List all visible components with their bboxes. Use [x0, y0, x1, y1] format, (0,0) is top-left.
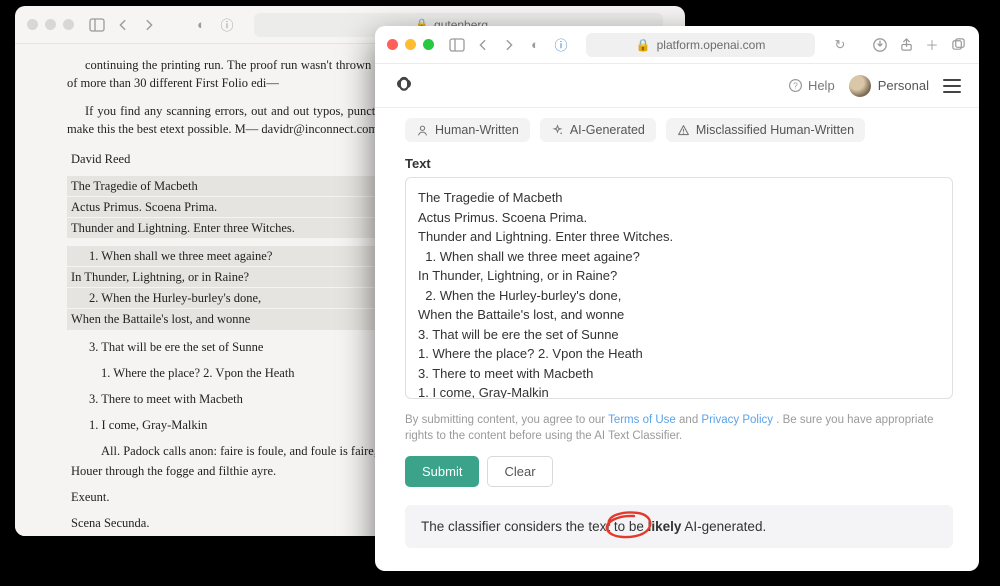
result-post: AI-generated. [681, 519, 766, 534]
chip-label: Misclassified Human-Written [696, 123, 854, 137]
info-icon[interactable]: ⓘ [218, 16, 236, 34]
warn-icon [677, 124, 690, 137]
privacy-link[interactable]: Privacy Policy [701, 414, 773, 426]
avatar [849, 75, 871, 97]
svg-text:?: ? [793, 80, 798, 90]
reader-icon[interactable]: ◐ [192, 16, 210, 34]
text-field-label: Text [405, 156, 953, 171]
disclaimer-pre: By submitting content, you agree to our [405, 414, 608, 426]
menu-icon[interactable] [943, 79, 961, 93]
share-icon[interactable] [897, 36, 915, 54]
sidebar-icon[interactable] [448, 36, 466, 54]
reload-icon[interactable]: ↻ [831, 36, 849, 54]
user-icon [416, 124, 429, 137]
openai-logo-icon[interactable] [393, 75, 415, 97]
front-url-bar[interactable]: 🔒 platform.openai.com [586, 33, 815, 57]
button-row: Submit Clear [405, 456, 953, 487]
account-label: Personal [878, 78, 929, 93]
front-traffic-lights[interactable] [387, 39, 434, 50]
foreground-browser-window: ◐ ⓘ 🔒 platform.openai.com ↻ ＋ ? Help [375, 26, 979, 571]
traffic-dot-inactive [27, 19, 38, 30]
help-label: Help [808, 78, 835, 93]
front-titlebar: ◐ ⓘ 🔒 platform.openai.com ↻ ＋ [375, 26, 979, 64]
traffic-dot-inactive [63, 19, 74, 30]
text-input[interactable] [405, 177, 953, 399]
zoom-dot[interactable] [423, 39, 434, 50]
forward-nav-icon[interactable] [500, 36, 518, 54]
example-chip[interactable]: Misclassified Human-Written [666, 118, 865, 142]
chip-label: Human-Written [435, 123, 519, 137]
example-chips-row: Human-Written AI-Generated Misclassified H… [405, 118, 953, 142]
submit-button[interactable]: Submit [405, 456, 479, 487]
sparkle-icon [551, 124, 564, 137]
forward-nav-icon[interactable] [140, 16, 158, 34]
clear-button[interactable]: Clear [487, 456, 552, 487]
result-word: likely [648, 519, 682, 534]
front-url-text: platform.openai.com [657, 38, 766, 52]
tabs-icon[interactable] [949, 36, 967, 54]
result-pre: The classifier considers the text to be [421, 519, 648, 534]
lock-icon: 🔒 [636, 38, 651, 52]
new-tab-icon[interactable]: ＋ [923, 36, 941, 54]
example-chip[interactable]: Human-Written [405, 118, 530, 142]
page-content: Human-Written AI-Generated Misclassified H… [375, 108, 979, 571]
reader-icon[interactable]: ◐ [526, 36, 544, 54]
back-traffic-lights [27, 19, 74, 30]
disclaimer-and: and [679, 414, 701, 426]
app-header: ? Help Personal [375, 64, 979, 108]
minimize-dot[interactable] [405, 39, 416, 50]
traffic-dot-inactive [45, 19, 56, 30]
privacy-icon[interactable]: ⓘ [552, 36, 570, 54]
back-nav-icon[interactable] [114, 16, 132, 34]
account-switcher[interactable]: Personal [849, 75, 929, 97]
result-banner: The classifier considers the text to be … [405, 505, 953, 548]
terms-link[interactable]: Terms of Use [608, 414, 676, 426]
help-link[interactable]: ? Help [788, 78, 835, 93]
download-icon[interactable] [871, 36, 889, 54]
sidebar-icon[interactable] [88, 16, 106, 34]
app-header-right: ? Help Personal [788, 75, 961, 97]
disclaimer-text: By submitting content, you agree to our … [405, 412, 953, 444]
back-nav-icon[interactable] [474, 36, 492, 54]
chip-label: AI-Generated [570, 123, 645, 137]
close-dot[interactable] [387, 39, 398, 50]
example-chip[interactable]: AI-Generated [540, 118, 656, 142]
help-icon: ? [788, 78, 803, 93]
